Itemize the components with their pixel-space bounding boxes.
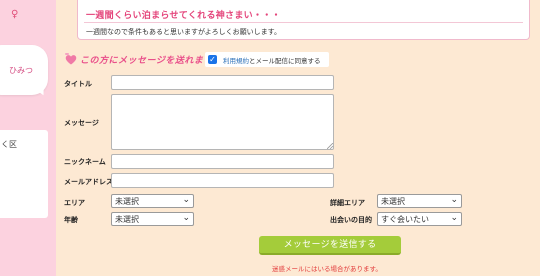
purpose-label: 出会いの目的 (330, 216, 372, 224)
post-divider (84, 22, 523, 23)
detail-area-label: 詳細エリア (330, 199, 365, 207)
chevron-down-icon: ⌄ (182, 213, 190, 223)
purpose-select-value: すぐ会いたい (381, 215, 429, 224)
post-body: 一週間なので条件もあると思いますがよろしくお願いします。 (86, 28, 281, 36)
age-select[interactable]: 未選択 ⌄ (111, 212, 194, 226)
speech-bubble-text: ひみつ (9, 66, 33, 75)
message-label: メッセージ (64, 119, 99, 127)
terms-link[interactable]: 利用規約 (223, 57, 249, 65)
spam-notice: 迷惑メールにはいる場合があります。 (272, 265, 382, 273)
post-title: 一週間くらい泊まらせてくれる神さまい・・・ (86, 11, 281, 21)
title-input[interactable] (111, 75, 334, 90)
chevron-down-icon: ⌄ (450, 195, 458, 205)
nickname-input[interactable] (111, 154, 334, 169)
female-symbol-icon: ♀ (11, 9, 19, 20)
form-heading: この方にメッセージを送れます (80, 56, 213, 66)
agree-label: 利用規約とメール配信に同意する (223, 55, 321, 65)
chevron-down-icon: ⌄ (182, 195, 190, 205)
send-message-button[interactable]: メッセージを送信する (259, 236, 401, 255)
purpose-select[interactable]: すぐ会いたい ⌄ (377, 212, 462, 226)
sidebar: ♀ ひみつ く区 (0, 0, 56, 276)
chevron-down-icon: ⌄ (450, 213, 458, 223)
nickname-label: ニックネーム (64, 158, 106, 166)
area-select-value: 未選択 (115, 197, 139, 206)
resize-grip-icon[interactable] (327, 143, 333, 149)
area-select[interactable]: 未選択 ⌄ (111, 194, 194, 208)
post-card: 一週間くらい泊まらせてくれる神さまい・・・ 一週間なので条件もあると思いますがよ… (77, 0, 530, 40)
heart-icon (65, 53, 77, 65)
agree-label-rest: とメール配信に同意する (249, 57, 321, 65)
sidebar-info-text: く区 (1, 140, 17, 149)
agree-checkbox-row[interactable]: ✓ 利用規約とメール配信に同意する (205, 52, 329, 67)
email-label: メールアドレス (64, 178, 113, 186)
email-input[interactable] (111, 173, 334, 188)
agree-checkbox[interactable]: ✓ (208, 55, 217, 64)
area-label: エリア (64, 199, 85, 207)
age-select-value: 未選択 (115, 215, 139, 224)
message-textarea[interactable] (111, 94, 334, 150)
detail-area-select[interactable]: 未選択 ⌄ (377, 194, 462, 208)
title-label: タイトル (64, 80, 92, 88)
detail-area-select-value: 未選択 (381, 197, 405, 206)
age-label: 年齢 (64, 216, 78, 224)
